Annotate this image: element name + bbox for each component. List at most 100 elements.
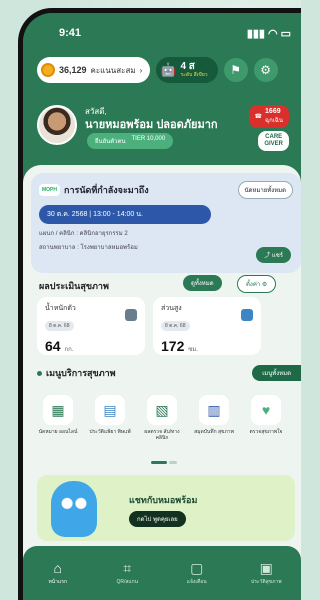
height-label: ส่วนสูง bbox=[161, 305, 182, 312]
height-value: 172 bbox=[161, 338, 185, 354]
appointment-title: การนัดที่กำลังจะมาถึง bbox=[64, 185, 149, 195]
verified-badge[interactable]: ยืนยันตัวตน TIER 10,000 bbox=[87, 133, 174, 149]
assessment-see-all-button[interactable]: ดูทั้งหมด bbox=[183, 275, 222, 291]
wifi-icon: ◠ bbox=[267, 28, 278, 40]
verified-code: TIER 10,000 bbox=[131, 136, 166, 142]
status-time: 9:41 bbox=[59, 27, 82, 39]
mascot-illustration bbox=[51, 481, 97, 537]
banner-button[interactable]: กดไป พูดคุยเลย bbox=[129, 511, 186, 527]
tab-label: แจ้งเตือน bbox=[186, 579, 207, 585]
level-subtitle: ระดับ สีเขียว bbox=[180, 71, 208, 78]
profile-section: สวัสดี, นายหมอพร้อม ปลอดภัยมาก ยืนยันตัว… bbox=[37, 101, 295, 161]
emergency-number: 1669 bbox=[265, 108, 281, 115]
service-label: นัดหมาย ออนไลน์ bbox=[38, 429, 78, 435]
weight-label: น้ำหนักตัว bbox=[45, 305, 76, 312]
weight-value: 64 bbox=[45, 338, 61, 354]
level-pill[interactable]: 🤖 4 ส ระดับ สีเขียว bbox=[156, 57, 218, 83]
flag-button[interactable]: ⚑ bbox=[223, 58, 248, 82]
services-all-button[interactable]: เมนูทั้งหมด bbox=[252, 365, 301, 381]
appointment-card[interactable]: MOPH การนัดที่กำลังจะมาถึง นัดหมายทั้งหม… bbox=[31, 173, 301, 273]
battery-icon: ▭ bbox=[280, 28, 291, 40]
share-icon: ⤴ bbox=[264, 253, 271, 259]
phone-icon: ☎ bbox=[254, 114, 263, 120]
service-label: ตรวจสุขภาพใจ bbox=[249, 429, 283, 435]
services-pager bbox=[151, 461, 177, 464]
assessment-title: ผลประเมินสุขภาพ bbox=[39, 281, 109, 291]
chat-banner[interactable]: แชทกับหมอพร้อม กดไป พูดคุยเลย bbox=[37, 475, 295, 541]
home-icon: ⌂ bbox=[53, 560, 62, 576]
appointment-date: 30 ต.ค. 2568 | 13:00 - 14:00 น. bbox=[39, 205, 211, 224]
status-bar: 9:41 ▮▮▮ ◠ ▭ bbox=[59, 27, 291, 40]
height-card[interactable]: ส่วนสูง 8 ต.ค. 68 172 ซม. bbox=[153, 297, 261, 355]
caregiver-line2: GIVER bbox=[264, 141, 283, 147]
top-bar: 36,129 คะแนนสะสม › 🤖 4 ส ระดับ สีเขียว ⚑… bbox=[37, 57, 295, 83]
coin-pill[interactable]: 36,129 คะแนนสะสม › bbox=[37, 57, 151, 83]
mascot-icon: 🤖 bbox=[160, 62, 177, 77]
section-dot bbox=[37, 370, 42, 376]
caregiver-line1: CARE bbox=[265, 134, 283, 140]
caregiver-button[interactable]: CARE GIVER bbox=[258, 131, 289, 151]
services-header: เมนูบริการสุขภาพ เมนูทั้งหมด bbox=[37, 365, 301, 381]
service-appointment[interactable]: ▦ นัดหมาย ออนไลน์ bbox=[37, 395, 79, 441]
phone-frame: 9:41 ▮▮▮ ◠ ▭ 36,129 คะแนนสะสม › 🤖 4 ส ระ… bbox=[18, 8, 301, 600]
share-label: แชร์ bbox=[271, 253, 283, 259]
settings-label: ตั้งค่า bbox=[246, 282, 261, 288]
height-value-row: 172 ซม. bbox=[161, 338, 253, 354]
tab-health-record[interactable]: ▣ ประวัติสุขภาพ bbox=[241, 560, 291, 586]
all-appointments-button[interactable]: นัดหมายทั้งหมด bbox=[237, 181, 293, 199]
tab-bar: ⌂ หน้าแรก ⌗ QR/สแกน ▢ แจ้งเตือน ▣ ประวัต… bbox=[23, 546, 301, 600]
service-lab-results[interactable]: ▧ ผลตรวจ ลับ/ทางคลินิก bbox=[141, 395, 183, 441]
flag-icon: ⚑ bbox=[230, 63, 241, 77]
book-icon: ▥ bbox=[199, 395, 229, 425]
coin-icon bbox=[41, 63, 55, 77]
tab-home[interactable]: ⌂ หน้าแรก bbox=[33, 560, 83, 586]
calendar-icon: ▦ bbox=[43, 395, 73, 425]
tab-label: QR/สแกน bbox=[116, 579, 139, 585]
weight-date: 8 ต.ค. 68 bbox=[45, 321, 74, 331]
card-icon: ▤ bbox=[95, 395, 125, 425]
coin-label: คะแนนสะสม bbox=[90, 65, 136, 75]
assessment-settings-button[interactable]: ตั้งค่า ⚙ bbox=[237, 275, 277, 293]
moph-logo: MOPH bbox=[39, 184, 60, 196]
chat-icon: ▢ bbox=[190, 560, 204, 576]
content-sheet: MOPH การนัดที่กำลังจะมาถึง นัดหมายทั้งหม… bbox=[23, 165, 301, 600]
appointment-place: สถานพยาบาล : โรงพยาบาลหมอพร้อม bbox=[39, 245, 138, 251]
verified-label: ยืนยันตัวตน bbox=[95, 139, 126, 145]
document-icon: ▧ bbox=[147, 395, 177, 425]
height-unit: ซม. bbox=[188, 347, 198, 353]
gear-icon: ⚙ bbox=[260, 63, 271, 77]
qr-icon: ⌗ bbox=[123, 560, 132, 576]
weight-unit: กก. bbox=[64, 347, 74, 353]
height-date: 8 ต.ค. 68 bbox=[161, 321, 190, 331]
level-value: 4 ส bbox=[180, 60, 195, 72]
service-allergy[interactable]: ▤ ประวัติแพ้ยา พิษแพ้ bbox=[89, 395, 131, 441]
service-label: ประวัติแพ้ยา พิษแพ้ bbox=[89, 429, 131, 435]
gear-icon: ⚙ bbox=[261, 282, 268, 288]
pager-dot-active bbox=[151, 461, 167, 464]
tab-label: ประวัติสุขภาพ bbox=[251, 579, 282, 585]
tab-notifications[interactable]: ▢ แจ้งเตือน bbox=[172, 560, 222, 586]
tab-qr[interactable]: ⌗ QR/สแกน bbox=[102, 560, 152, 586]
weight-value-row: 64 กก. bbox=[45, 338, 137, 354]
emergency-button[interactable]: ☎ 1669 ฉุกเฉิน bbox=[248, 105, 289, 128]
avatar[interactable] bbox=[37, 105, 77, 145]
heart-chat-icon: ♥ bbox=[251, 395, 281, 425]
banner-title: แชทกับหมอพร้อม bbox=[129, 495, 198, 505]
tab-label: หน้าแรก bbox=[48, 579, 67, 585]
user-name: นายหมอพร้อม ปลอดภัยมาก bbox=[85, 119, 218, 131]
services-title: เมนูบริการสุขภาพ bbox=[46, 368, 116, 378]
service-label: ผลตรวจ ลับ/ทางคลินิก bbox=[144, 429, 180, 441]
services-grid: ▦ นัดหมาย ออนไลน์ ▤ ประวัติแพ้ยา พิษแพ้ … bbox=[37, 395, 301, 441]
status-icons: ▮▮▮ ◠ ▭ bbox=[247, 27, 291, 40]
app-screen: 9:41 ▮▮▮ ◠ ▭ 36,129 คะแนนสะสม › 🤖 4 ส ระ… bbox=[23, 13, 301, 600]
service-health-book[interactable]: ▥ สมุดบันทึก สุขภาพ bbox=[193, 395, 235, 441]
service-label: สมุดบันทึก สุขภาพ bbox=[194, 429, 234, 435]
record-icon: ▣ bbox=[259, 560, 273, 576]
settings-button[interactable]: ⚙ bbox=[253, 58, 278, 82]
weight-card[interactable]: น้ำหนักตัว 8 ต.ค. 68 64 กก. bbox=[37, 297, 145, 355]
share-button[interactable]: ⤴ แชร์ bbox=[256, 247, 291, 263]
person-height-icon bbox=[241, 309, 253, 321]
service-mental-check[interactable]: ♥ ตรวจสุขภาพใจ bbox=[245, 395, 287, 441]
scale-icon bbox=[125, 309, 137, 321]
pager-dot bbox=[169, 461, 177, 464]
